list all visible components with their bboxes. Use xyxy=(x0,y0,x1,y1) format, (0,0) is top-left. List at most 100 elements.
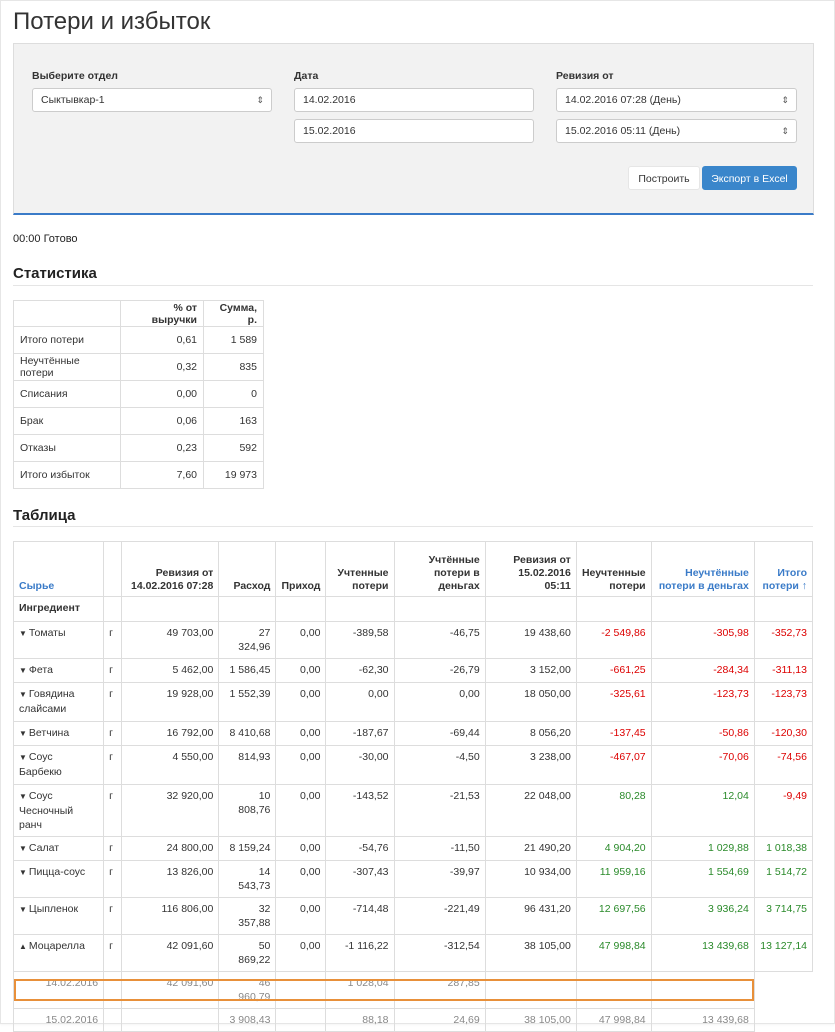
chevron-down-icon[interactable]: ▼ xyxy=(19,690,27,699)
row-name-text: Томаты xyxy=(28,627,66,639)
page-title: Потери и избыток xyxy=(13,8,211,35)
row-name[interactable]: ▼ Салат xyxy=(12,836,105,861)
row-uncounted-loss: -137,45 xyxy=(575,721,652,746)
stats-row-name: Неучтённые потери xyxy=(13,353,121,381)
export-excel-button[interactable]: Экспорт в Excel xyxy=(702,166,797,190)
header-counted-money: Учтённые потери в деньгах xyxy=(393,541,486,597)
header-unit xyxy=(103,541,123,597)
row-name[interactable]: ▼ Говядина слайсами xyxy=(12,682,105,722)
chevron-down-icon[interactable]: ▼ xyxy=(19,844,27,853)
row-expense: 50 869,22 xyxy=(218,934,277,972)
row-name-text: Цыпленок xyxy=(28,903,79,915)
row-counted-money: -26,79 xyxy=(393,658,486,683)
chevron-down-icon[interactable]: ▼ xyxy=(19,753,27,762)
row-name[interactable]: ▼ Томаты xyxy=(12,621,105,659)
row-expense: 1 552,39 xyxy=(218,682,277,722)
header-raw[interactable]: Сырье xyxy=(12,541,105,597)
row-total-loss: -123,73 xyxy=(753,682,814,722)
sub-row-counted-money: 24,69 xyxy=(393,1008,486,1032)
chevron-up-icon[interactable]: ▲ xyxy=(19,942,27,951)
sub-row-uncounted-money xyxy=(650,971,755,1009)
row-rev-from: 24 800,00 xyxy=(121,836,220,861)
row-unit: г xyxy=(103,934,123,972)
sub-row-rev-to xyxy=(484,971,577,1009)
table-row[interactable]: ▼ Томаты г 49 703,00 27 324,96 0,00 -389,58 -46… xyxy=(12,621,814,659)
dept-select[interactable]: Сыктывкар-1 ⇕ xyxy=(32,88,272,112)
chevron-down-icon[interactable]: ▼ xyxy=(19,792,27,801)
chevron-down-icon[interactable]: ▼ xyxy=(19,629,27,638)
row-income: 0,00 xyxy=(275,745,327,785)
revision-from-select[interactable]: 14.02.2016 07:28 (День) ⇕ xyxy=(556,88,797,112)
table-row[interactable]: ▲ Моцарелла г 42 091,60 50 869,22 0,00 -1 116,… xyxy=(12,934,814,972)
row-name[interactable]: ▼ Фета xyxy=(12,658,105,683)
sub-row-counted-loss: 1 028,04 xyxy=(325,971,395,1009)
header-uncounted-money[interactable]: Неучтённые потери в деньгах xyxy=(650,541,755,597)
row-name[interactable]: ▼ Соус Чесночный ранч xyxy=(12,784,105,837)
row-counted-loss: -714,48 xyxy=(325,897,395,935)
date-label: Дата xyxy=(294,70,319,82)
table-row[interactable]: ▼ Соус Чесночный ранч г 32 920,00 10 808,76 0… xyxy=(12,784,814,837)
table-row[interactable]: ▼ Цыпленок г 116 806,00 32 357,88 0,00 -714,48… xyxy=(12,897,814,935)
sub-row-date: 14.02.2016 xyxy=(12,971,105,1009)
table-row[interactable]: ▼ Салат г 24 800,00 8 159,24 0,00 -54,76 -11,50… xyxy=(12,836,814,861)
row-name[interactable]: ▼ Цыпленок xyxy=(12,897,105,935)
sub-row-uncounted-loss xyxy=(575,971,652,1009)
revision-label: Ревизия от xyxy=(556,70,614,82)
row-counted-money: -221,49 xyxy=(393,897,486,935)
stats-row: Списания 0,00 0 xyxy=(13,380,264,408)
row-total-loss: -120,30 xyxy=(753,721,814,746)
row-rev-from: 16 792,00 xyxy=(121,721,220,746)
stats-header-row: % от выручки Сумма, р. xyxy=(13,300,264,327)
row-uncounted-money: -70,06 xyxy=(650,745,755,785)
sub-row-date: 15.02.2016 xyxy=(12,1008,105,1032)
row-uncounted-loss: -2 549,86 xyxy=(575,621,652,659)
row-name[interactable]: ▼ Ветчина xyxy=(12,721,105,746)
row-expense: 14 543,73 xyxy=(218,860,277,898)
select-arrow-icon: ⇕ xyxy=(781,95,789,105)
chevron-down-icon[interactable]: ▼ xyxy=(19,666,27,675)
stats-row-pct: 0,23 xyxy=(120,434,204,462)
header-total-loss[interactable]: Итого потери ↑ xyxy=(753,541,814,597)
row-uncounted-loss: 80,28 xyxy=(575,784,652,837)
row-uncounted-money: 12,04 xyxy=(650,784,755,837)
row-rev-to: 8 056,20 xyxy=(484,721,577,746)
row-name-text: Говядина слайсами xyxy=(19,688,75,715)
chevron-down-icon[interactable]: ▼ xyxy=(19,868,27,877)
revision-from-value: 14.02.2016 07:28 (День) xyxy=(565,94,681,106)
stats-row-pct: 0,61 xyxy=(120,326,204,354)
stats-row: Итого потери 0,61 1 589 xyxy=(13,326,264,354)
row-uncounted-money: 13 439,68 xyxy=(650,934,755,972)
table-row[interactable]: ▼ Говядина слайсами г 19 928,00 1 552,39 0,00… xyxy=(12,682,814,722)
revision-to-select[interactable]: 15.02.2016 05:11 (День) ⇕ xyxy=(556,119,797,143)
build-button[interactable]: Построить xyxy=(628,166,700,190)
row-rev-to: 22 048,00 xyxy=(484,784,577,837)
table-row[interactable]: ▼ Ветчина г 16 792,00 8 410,68 0,00 -187,67 -69… xyxy=(12,721,814,746)
sub-row: 14.02.2016 42 091,60 46 960,79 1 028,04 287,… xyxy=(12,971,813,1009)
table-row[interactable]: ▼ Фета г 5 462,00 1 586,45 0,00 -62,30 -26,79 3 … xyxy=(12,658,814,683)
row-counted-money: -46,75 xyxy=(393,621,486,659)
sub-row-counted-money: 287,85 xyxy=(393,971,486,1009)
date-to-input[interactable]: 15.02.2016 xyxy=(294,119,534,143)
row-rev-to: 96 431,20 xyxy=(484,897,577,935)
divider xyxy=(13,285,813,286)
row-rev-from: 49 703,00 xyxy=(121,621,220,659)
date-from-input[interactable]: 14.02.2016 xyxy=(294,88,534,112)
row-uncounted-money: 1 554,69 xyxy=(650,860,755,898)
chevron-down-icon[interactable]: ▼ xyxy=(19,729,27,738)
stats-row-sum: 0 xyxy=(203,380,264,408)
row-rev-to: 3 238,00 xyxy=(484,745,577,785)
table-row[interactable]: ▼ Соус Барбекю г 4 550,00 814,93 0,00 -30,00 -4… xyxy=(12,745,814,785)
row-name[interactable]: ▼ Соус Барбекю xyxy=(12,745,105,785)
row-unit: г xyxy=(103,721,123,746)
row-total-loss: 1 514,72 xyxy=(753,860,814,898)
table-row[interactable]: ▼ Пицца-соус г 13 826,00 14 543,73 0,00 -307,4… xyxy=(12,860,814,898)
row-counted-loss: -30,00 xyxy=(325,745,395,785)
chevron-down-icon[interactable]: ▼ xyxy=(19,905,27,914)
row-name[interactable]: ▲ Моцарелла xyxy=(12,934,105,972)
row-income: 0,00 xyxy=(275,934,327,972)
row-counted-money: -312,54 xyxy=(393,934,486,972)
header-income: Приход xyxy=(275,541,327,597)
row-name[interactable]: ▼ Пицца-соус xyxy=(12,860,105,898)
dept-value: Сыктывкар-1 xyxy=(41,94,105,106)
row-uncounted-money: -305,98 xyxy=(650,621,755,659)
